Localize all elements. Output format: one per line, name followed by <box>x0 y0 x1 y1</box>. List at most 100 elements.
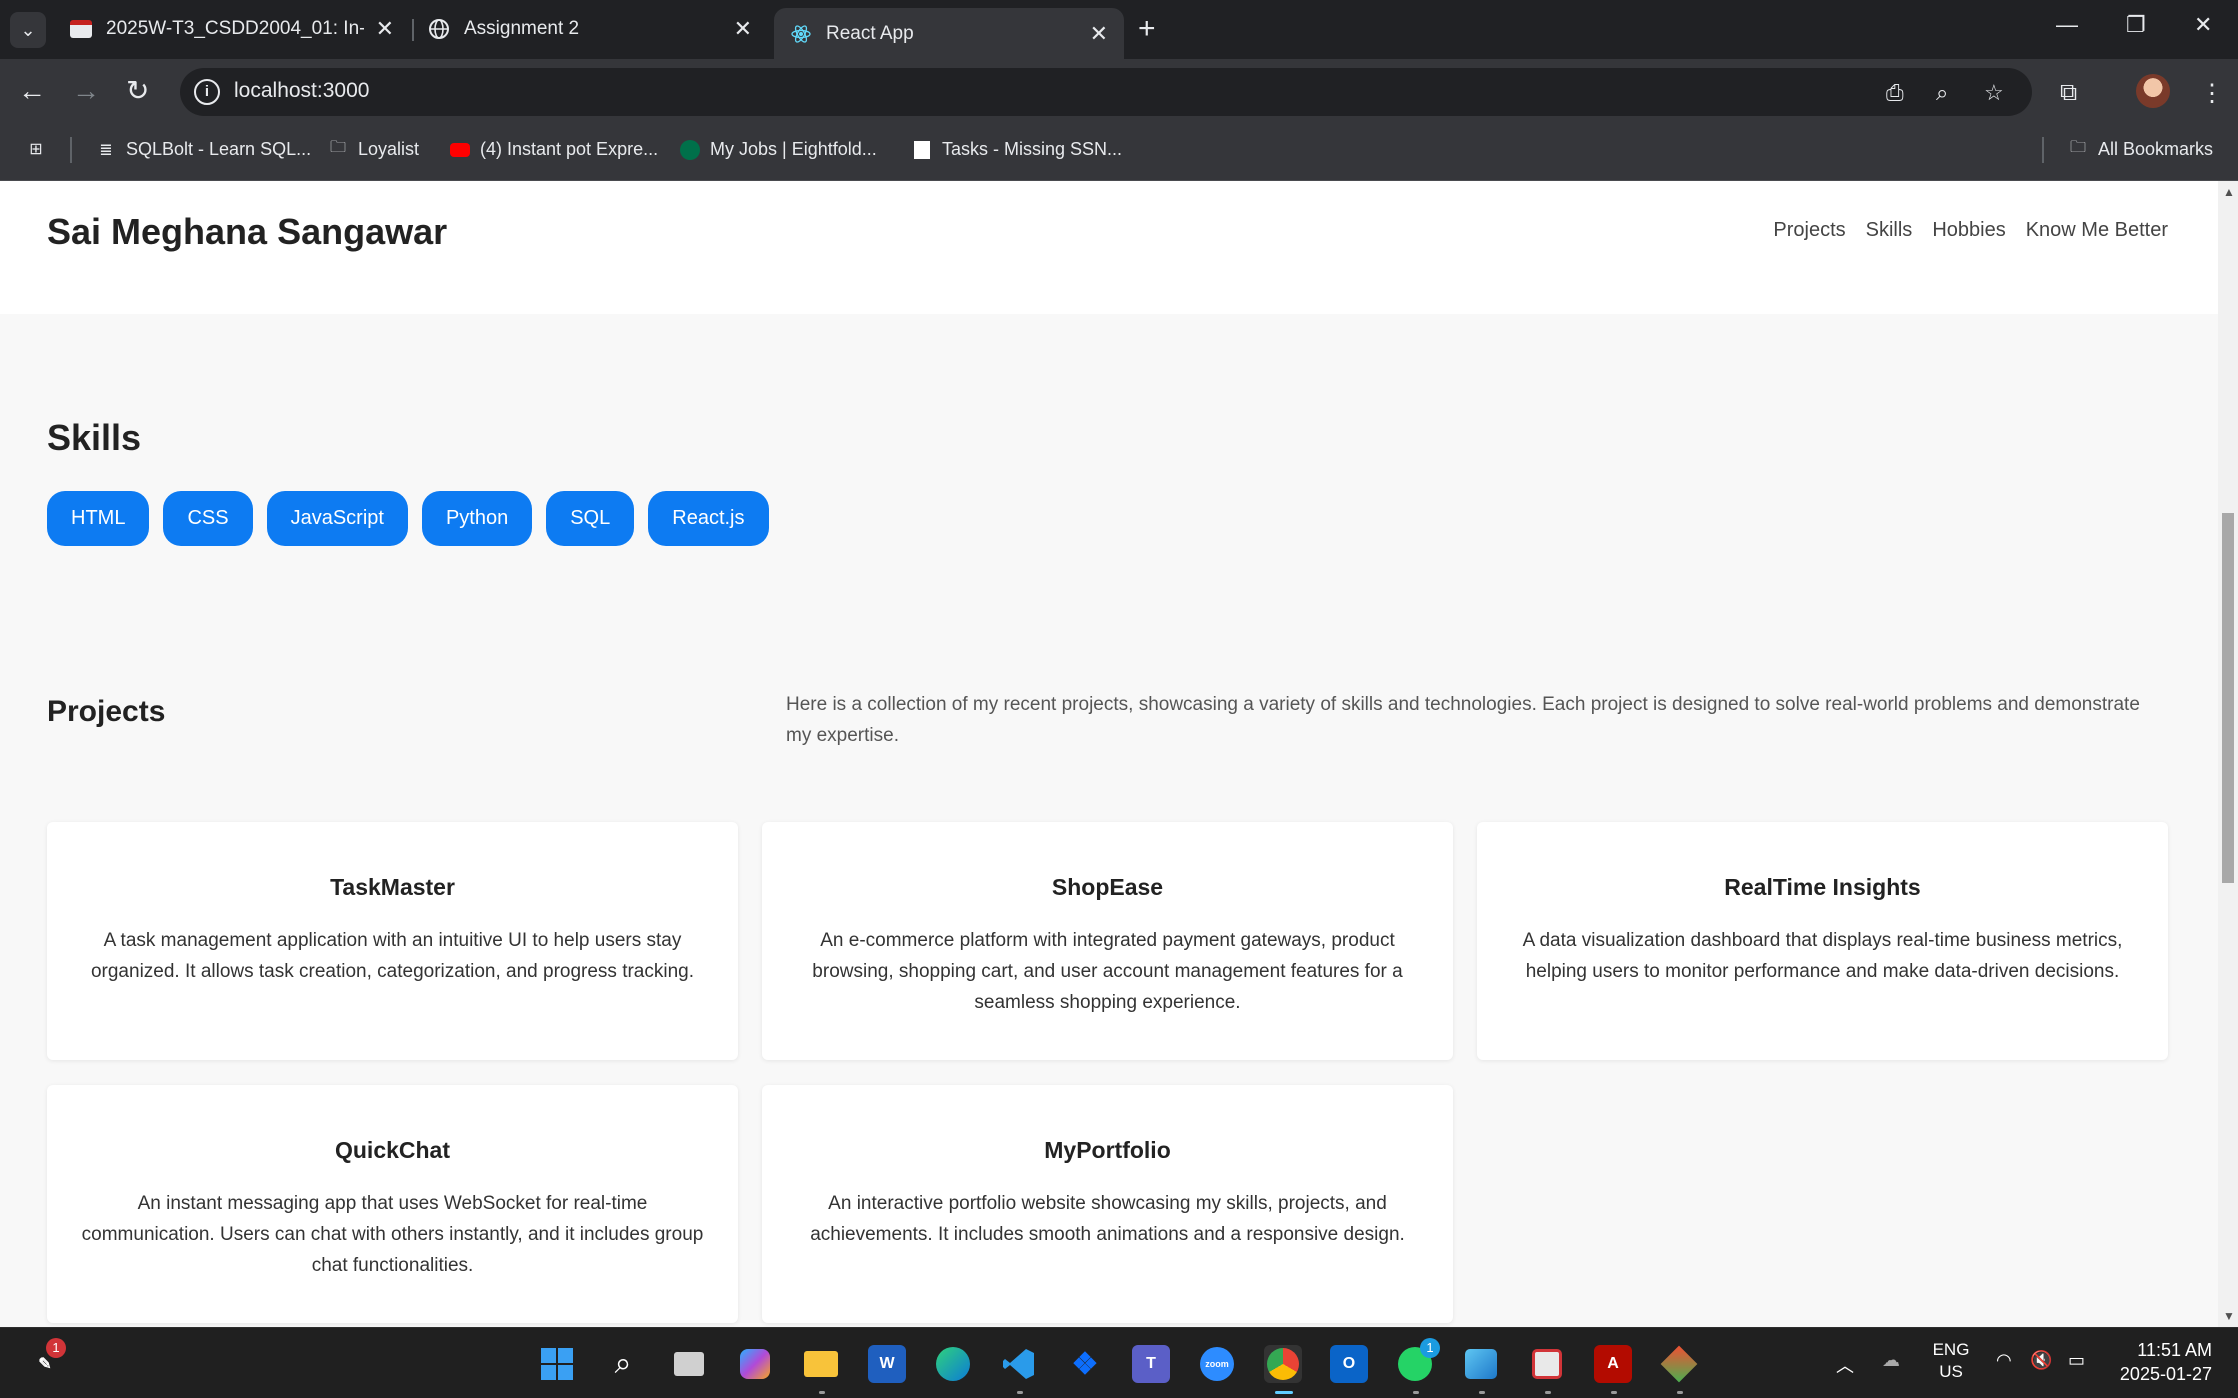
running-indicator <box>1611 1391 1617 1394</box>
all-bookmarks-label: All Bookmarks <box>2098 139 2214 159</box>
starbucks-icon <box>680 139 700 160</box>
new-tab-plus-icon[interactable]: + <box>1138 12 1156 46</box>
bookmark-sqlbolt[interactable]: ≣ SQLBolt - Learn SQL... <box>96 139 311 160</box>
task-view-icon[interactable] <box>670 1345 708 1383</box>
tab-title: 2025W-T3_CSDD2004_01: In-cla <box>106 18 364 39</box>
site-owner-name: Sai Meghana Sangawar <box>47 211 448 252</box>
project-description: An instant messaging app that uses WebSo… <box>81 1193 704 1276</box>
minimize-icon[interactable]: — <box>2056 12 2078 38</box>
running-indicator <box>1017 1391 1023 1394</box>
project-title: TaskMaster <box>330 874 455 900</box>
site-info-icon[interactable]: i <box>194 79 220 105</box>
reload-icon[interactable]: ↻ <box>126 75 149 107</box>
git-tool-icon[interactable] <box>1660 1345 1698 1383</box>
restore-icon[interactable]: ❐ <box>2126 12 2146 38</box>
page-scrollbar[interactable]: ▲ ▼ <box>2218 181 2238 1327</box>
bookmark-tasks[interactable]: Tasks - Missing SSN... <box>912 139 1122 160</box>
chrome-icon[interactable] <box>1264 1345 1302 1383</box>
close-tab-icon[interactable]: ✕ <box>376 16 394 42</box>
projects-intro: Here is a collection of my recent projec… <box>786 694 2140 746</box>
tab-react-app[interactable]: React App ✕ <box>774 8 1124 59</box>
scrollbar-thumb[interactable] <box>2222 513 2234 883</box>
url-text[interactable]: localhost:3000 <box>234 79 369 103</box>
skill-pill: CSS <box>163 491 253 546</box>
scroll-up-arrow-icon[interactable]: ▲ <box>2223 185 2235 199</box>
project-card: RealTime Insights A data visualization d… <box>1477 822 2168 1060</box>
running-indicator <box>819 1391 825 1394</box>
teams-icon[interactable]: T <box>1132 1345 1170 1383</box>
input-language[interactable]: ENG US <box>1932 1339 1970 1383</box>
project-title: QuickChat <box>334 1137 451 1163</box>
nav-link-skills[interactable]: Skills <box>1866 219 1913 242</box>
project-description: An interactive portfolio website showcas… <box>810 1193 1405 1245</box>
file-explorer-icon[interactable] <box>802 1345 840 1383</box>
skill-pill: Python <box>421 491 533 546</box>
nav-link-projects[interactable]: Projects <box>1773 219 1845 242</box>
word-icon[interactable]: W <box>868 1345 906 1383</box>
back-arrow-icon[interactable]: ← <box>18 75 46 107</box>
tab-assignment[interactable]: Assignment 2 ✕ <box>412 8 768 50</box>
project-title: ShopEase <box>1051 874 1164 900</box>
search-icon[interactable]: ⌕ <box>604 1345 642 1383</box>
forward-arrow-icon[interactable]: → <box>72 75 100 107</box>
extensions-puzzle-icon[interactable]: ⧉ <box>2060 79 2077 107</box>
scroll-down-arrow-icon[interactable]: ▼ <box>2223 1309 2235 1323</box>
outlook-icon[interactable]: O <box>1330 1345 1368 1383</box>
zoom-icon[interactable]: ⌕ <box>1936 80 1948 106</box>
onedrive-offline-icon[interactable]: ☁ <box>1882 1350 1900 1371</box>
project-title: MyPortfolio <box>1044 1137 1171 1163</box>
snipping-tool-icon[interactable] <box>1528 1345 1566 1383</box>
nav-link-hobbies[interactable]: Hobbies <box>1932 219 2005 242</box>
bookmark-youtube[interactable]: (4) Instant pot Expre... <box>450 139 658 160</box>
battery-icon[interactable]: ▭ <box>2068 1350 2085 1371</box>
bookmark-star-icon[interactable]: ☆ <box>1984 80 2004 106</box>
skills-heading: Skills <box>47 417 142 458</box>
volume-muted-icon[interactable]: 🔇 <box>2030 1350 2052 1371</box>
running-indicator <box>1677 1391 1683 1394</box>
bookmark-label: SQLBolt - Learn SQL... <box>126 139 312 159</box>
close-tab-icon[interactable]: ✕ <box>1090 21 1108 47</box>
page-viewport: Sai Meghana Sangawar Projects Skills Hob… <box>0 181 2218 1327</box>
skill-pill: JavaScript <box>266 491 408 546</box>
photos-icon[interactable] <box>1462 1345 1500 1383</box>
install-app-icon[interactable]: ⎙ <box>1886 80 1904 106</box>
tab-search-chevron-icon[interactable]: ⌄ <box>10 12 46 48</box>
folder-icon: 🗀 <box>329 139 346 156</box>
dropbox-icon[interactable]: ❖ <box>1066 1345 1104 1383</box>
zoom-app-icon[interactable]: zoom <box>1198 1345 1236 1383</box>
show-hidden-icons-chevron-icon[interactable]: ︿ <box>1836 1352 1854 1378</box>
running-indicator <box>1545 1391 1551 1394</box>
header-band <box>0 284 2218 314</box>
apps-grid-icon[interactable]: ⊞ <box>26 139 56 159</box>
system-clock[interactable]: 11:51 AM 2025-01-27 <box>2116 1338 2212 1386</box>
tab-course[interactable]: 2025W-T3_CSDD2004_01: In-cla ✕ <box>54 8 410 50</box>
close-window-icon[interactable]: ✕ <box>2194 12 2212 38</box>
running-indicator <box>1479 1391 1485 1394</box>
project-card: TaskMaster A task management application… <box>47 822 738 1060</box>
profile-avatar[interactable] <box>2136 74 2170 108</box>
bookmark-label: Loyalist <box>358 139 420 159</box>
vscode-icon[interactable] <box>1000 1345 1038 1383</box>
edge-icon[interactable] <box>934 1345 972 1383</box>
copilot-icon[interactable] <box>736 1345 774 1383</box>
page-icon <box>912 140 932 160</box>
site-nav: Projects Skills Hobbies Know Me Better <box>1773 219 2168 242</box>
address-bar[interactable]: i localhost:3000 ⎙ ⌕ ☆ <box>180 68 2032 116</box>
tab-title: Assignment 2 <box>464 18 580 39</box>
tab-title: React App <box>826 22 914 44</box>
clock-time: 11:51 AM <box>2137 1340 2212 1360</box>
windows-start-icon[interactable] <box>538 1345 576 1383</box>
skills-list: HTML CSS JavaScript Python SQL React.js <box>47 491 769 546</box>
bookmark-eightfold[interactable]: My Jobs | Eightfold... <box>680 139 877 160</box>
folder-icon: 🗀 <box>2069 139 2086 156</box>
browser-menu-icon[interactable]: ⋮ <box>2200 79 2224 108</box>
all-bookmarks[interactable]: 🗀 All Bookmarks <box>2068 139 2213 160</box>
acrobat-icon[interactable]: A <box>1594 1345 1632 1383</box>
bookmark-label: My Jobs | Eightfold... <box>710 139 877 159</box>
wifi-icon[interactable]: ◠ <box>1996 1350 2012 1371</box>
notification-badge: 1 <box>46 1338 66 1358</box>
bookmark-loyalist[interactable]: 🗀 Loyalist <box>328 139 419 160</box>
nav-link-know-me-better[interactable]: Know Me Better <box>2026 219 2168 242</box>
close-tab-icon[interactable]: ✕ <box>734 16 752 42</box>
skill-pill: React.js <box>648 491 769 546</box>
